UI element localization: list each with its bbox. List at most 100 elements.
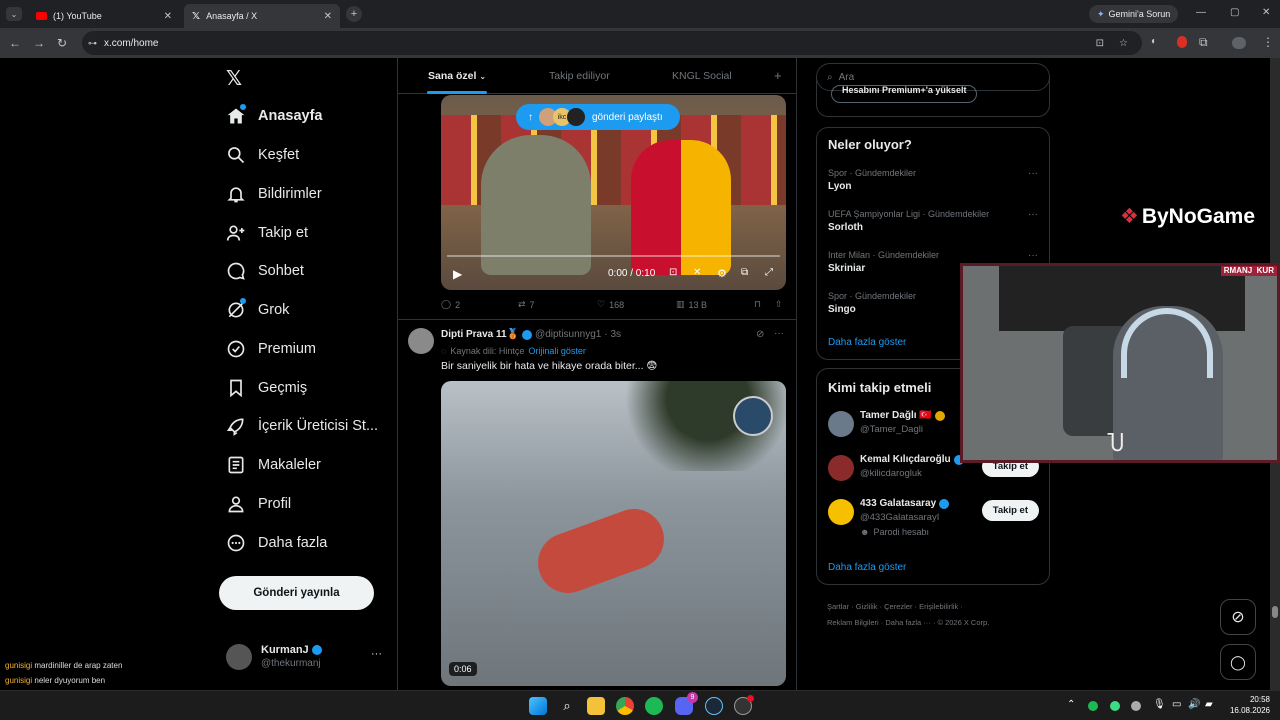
views-button[interactable]: ▥ 13 B: [676, 299, 707, 310]
add-tab-icon[interactable]: +: [774, 68, 782, 83]
discord-icon[interactable]: 9: [675, 692, 698, 715]
file-explorer-icon[interactable]: [587, 697, 605, 715]
trend-item[interactable]: UEFA Şampiyonlar Ligi · Gündemdekiler Sor…: [828, 209, 1038, 233]
settings-icon[interactable]: ⚙: [717, 267, 727, 280]
sidebar-item-11[interactable]: Daha fazla: [226, 531, 327, 555]
show-original-link[interactable]: Orijinali göster: [528, 346, 586, 356]
sidebar-item-0[interactable]: Anasayfa: [226, 104, 322, 128]
more-icon[interactable]: ···: [1028, 168, 1038, 179]
tab-youtube[interactable]: (1) YouTube ✕: [28, 4, 180, 28]
minimize-icon[interactable]: —: [1196, 7, 1206, 18]
show-more-link[interactable]: Daha fazla göster: [828, 337, 906, 348]
clock[interactable]: 20:58 16.08.2026: [1226, 694, 1270, 716]
sidebar-item-7[interactable]: Geçmiş: [226, 376, 307, 400]
trend-item[interactable]: Spor · Gündemdekiler Lyon ···: [828, 168, 1038, 192]
footer-link[interactable]: Reklam Bilgileri: [827, 618, 879, 627]
post-time[interactable]: · 3s: [604, 329, 621, 340]
sidebar-item-8[interactable]: İçerik Üreticisi St...: [226, 414, 378, 438]
share-button[interactable]: ⇧: [775, 299, 783, 310]
grok-icon[interactable]: ⊘: [756, 329, 764, 340]
sidebar-item-6[interactable]: Premium: [226, 337, 316, 361]
menu-icon[interactable]: ⋮: [1262, 35, 1274, 49]
tab-for-you[interactable]: Sana özel ⌄: [428, 70, 486, 82]
tray-chevron-icon[interactable]: ⌃: [1067, 699, 1075, 710]
sidebar-item-10[interactable]: Profil: [226, 492, 291, 516]
sidebar-item-2[interactable]: Bildirimler: [226, 182, 322, 206]
more-icon[interactable]: ···: [1028, 250, 1038, 261]
post-button[interactable]: Gönderi yayınla: [219, 576, 374, 610]
tab-x[interactable]: 𝕏 Anasayfa / X ✕: [184, 4, 340, 28]
extensions-puzzle-icon[interactable]: ⧉: [1199, 35, 1208, 50]
spotify-icon[interactable]: [645, 697, 663, 715]
tray-app-icon[interactable]: [1110, 701, 1120, 711]
start-icon[interactable]: [529, 697, 547, 715]
steam-icon[interactable]: [705, 697, 723, 715]
video-progress-bar[interactable]: [447, 255, 780, 257]
bookmark-star-icon[interactable]: ☆: [1119, 38, 1128, 49]
chrome-icon[interactable]: [616, 697, 634, 715]
footer-link[interactable]: Gizlilik: [856, 602, 878, 611]
premium-upgrade-button[interactable]: Hesabını Premium+'a yükselt: [831, 85, 978, 103]
sidebar-item-9[interactable]: Makaleler: [226, 453, 321, 477]
footer-link[interactable]: Daha fazla ···: [885, 618, 930, 627]
address-bar[interactable]: ⊶ x.com/home ⊡ ☆: [82, 31, 1142, 55]
more-icon[interactable]: ···: [371, 648, 382, 660]
pip-icon[interactable]: ⧉: [741, 267, 748, 278]
show-more-link[interactable]: Daha fazla göster: [828, 562, 906, 573]
shared-post-pill[interactable]: ↑ ikc gönderi paylaştı: [516, 104, 680, 130]
tab-list-button[interactable]: ⌄: [6, 7, 22, 21]
site-info-icon[interactable]: ⊶: [88, 38, 97, 49]
close-icon[interactable]: ✕: [324, 11, 332, 22]
like-button[interactable]: ♡ 168: [597, 299, 624, 310]
sidebar-item-3[interactable]: Takip et: [226, 221, 308, 245]
more-icon[interactable]: ···: [774, 328, 784, 339]
reply-button[interactable]: ◯ 2: [441, 299, 460, 310]
footer-link[interactable]: Çerezler: [884, 602, 912, 611]
post-author-name[interactable]: Dipti Prava 11🥉: [441, 329, 519, 340]
grok-float-button[interactable]: ⊘: [1220, 599, 1256, 635]
account-switcher[interactable]: KurmanJ @thekurmanj ···: [226, 642, 386, 674]
follow-suggestion[interactable]: 433 Galatasaray @433GalatasarayI ☻ Parodi h…: [817, 496, 1049, 537]
profile-avatar-icon[interactable]: [1232, 37, 1246, 49]
close-icon[interactable]: ✕: [164, 11, 172, 22]
captions-icon[interactable]: ⊡: [669, 267, 677, 278]
mute-icon[interactable]: ✕: [693, 267, 701, 278]
repost-button[interactable]: ⇄ 7: [518, 299, 535, 310]
tab-kngl-social[interactable]: KNGL Social: [672, 70, 732, 82]
post-avatar[interactable]: [408, 328, 434, 354]
forward-icon[interactable]: →: [33, 36, 45, 50]
sidebar-item-5[interactable]: Grok: [226, 298, 289, 322]
play-icon[interactable]: ▶: [453, 267, 462, 281]
follow-button[interactable]: Takip et: [981, 500, 1039, 521]
fullscreen-icon[interactable]: ⤢: [765, 267, 773, 278]
back-icon[interactable]: ←: [9, 36, 21, 50]
footer-link[interactable]: © 2026 X Corp.: [937, 618, 989, 627]
extension-icon[interactable]: ◐: [1151, 36, 1157, 47]
app-icon[interactable]: [734, 695, 754, 715]
post-video[interactable]: 0:06: [441, 381, 786, 686]
more-icon[interactable]: ···: [1028, 209, 1038, 220]
reload-icon[interactable]: ↻: [57, 36, 67, 50]
post-author-handle[interactable]: @diptisunnyg1: [535, 329, 601, 340]
maximize-icon[interactable]: ▢: [1230, 7, 1239, 18]
extension-red-icon[interactable]: [1177, 36, 1187, 48]
messages-float-button[interactable]: ◯: [1220, 644, 1256, 680]
close-window-icon[interactable]: ✕: [1262, 7, 1270, 18]
gemini-button[interactable]: ✦ Gemini'a Sorun: [1089, 5, 1179, 23]
footer-link[interactable]: Şartlar: [827, 602, 849, 611]
tab-following[interactable]: Takip ediliyor: [549, 70, 610, 82]
tray-app2-icon[interactable]: [1131, 701, 1141, 711]
sidebar-item-4[interactable]: Sohbet: [226, 259, 304, 283]
tray-spotify-icon[interactable]: [1088, 701, 1098, 711]
scrollbar-thumb[interactable]: [1272, 606, 1278, 618]
bookmark-button[interactable]: ⊓: [754, 299, 761, 310]
search-icon[interactable]: ⌕: [558, 697, 576, 715]
battery-icon[interactable]: ▰: [1205, 699, 1213, 710]
footer-link[interactable]: Erişilebilirlik: [919, 602, 958, 611]
network-icon[interactable]: ▭: [1172, 699, 1181, 710]
install-icon[interactable]: ⊡: [1096, 38, 1104, 49]
x-logo-icon[interactable]: 𝕏: [226, 66, 242, 91]
new-tab-icon[interactable]: +: [346, 6, 362, 22]
sidebar-item-1[interactable]: Keşfet: [226, 143, 299, 167]
microphone-icon[interactable]: 🎙: [1153, 699, 1166, 710]
